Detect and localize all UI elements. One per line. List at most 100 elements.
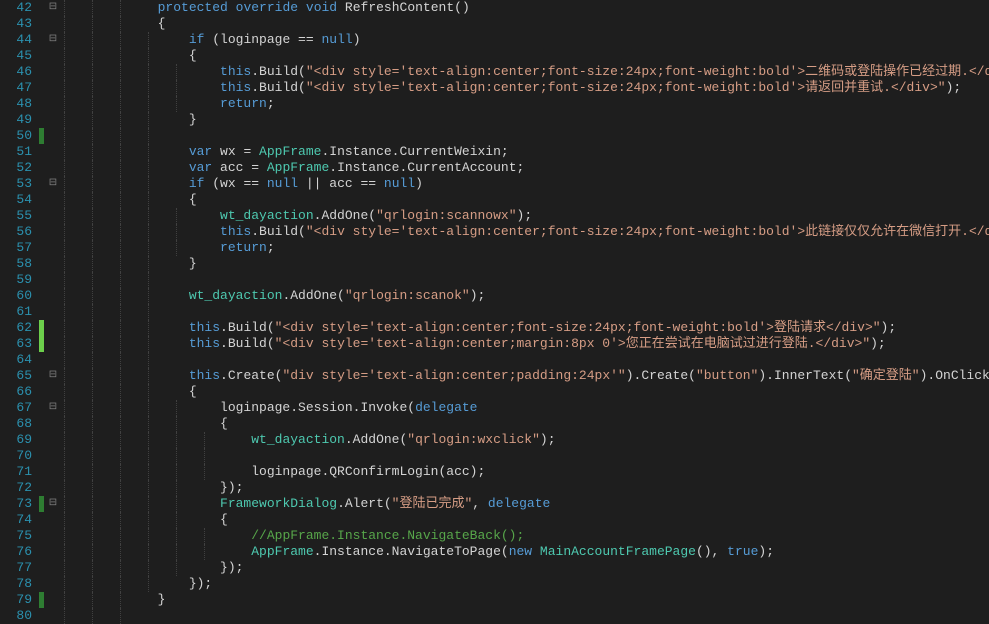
fold-toggle[interactable]: ⊟: [46, 400, 60, 416]
fold-toggle: [46, 208, 60, 224]
code-line[interactable]: this.Build("<div style='text-align:cente…: [64, 336, 989, 352]
code-line[interactable]: }: [64, 112, 989, 128]
code-line[interactable]: {: [64, 192, 989, 208]
change-mark: [39, 320, 44, 336]
code-line[interactable]: });: [64, 480, 989, 496]
code-line[interactable]: [64, 448, 989, 464]
code-line[interactable]: this.Build("<div style='text-align:cente…: [64, 224, 989, 240]
change-mark: [38, 176, 46, 192]
code-line[interactable]: wt_dayaction.AddOne("qrlogin:wxclick");: [64, 432, 989, 448]
code-line[interactable]: {: [64, 512, 989, 528]
line-number: 71: [0, 464, 32, 480]
fold-toggle: [46, 528, 60, 544]
code-line[interactable]: this.Create("div style='text-align:cente…: [64, 368, 989, 384]
change-mark: [38, 192, 46, 208]
code-line[interactable]: var acc = AppFrame.Instance.CurrentAccou…: [64, 160, 989, 176]
change-mark: [38, 448, 46, 464]
fold-toggle: [46, 304, 60, 320]
change-mark: [38, 432, 46, 448]
fold-toggle: [46, 544, 60, 560]
editor-gutter: 4243444546474849505152535455565758596061…: [0, 0, 60, 621]
code-line[interactable]: this.Build("<div style='text-align:cente…: [64, 80, 989, 96]
line-number: 74: [0, 512, 32, 528]
code-line[interactable]: [64, 608, 989, 624]
change-mark: [39, 496, 44, 512]
change-mark: [38, 464, 46, 480]
fold-toggle: [46, 272, 60, 288]
line-number: 72: [0, 480, 32, 496]
change-mark: [38, 608, 46, 624]
code-line[interactable]: AppFrame.Instance.NavigateToPage(new Mai…: [64, 544, 989, 560]
fold-toggle: [46, 288, 60, 304]
code-line[interactable]: FrameworkDialog.Alert("登陆已完成", delegate: [64, 496, 989, 512]
code-line[interactable]: [64, 352, 989, 368]
fold-toggle: [46, 512, 60, 528]
fold-toggle[interactable]: ⊟: [46, 0, 60, 16]
change-mark: [38, 352, 46, 368]
line-number: 62: [0, 320, 32, 336]
code-line[interactable]: loginpage.Session.Invoke(delegate: [64, 400, 989, 416]
line-number: 80: [0, 608, 32, 624]
code-line[interactable]: });: [64, 576, 989, 592]
fold-toggle: [46, 192, 60, 208]
fold-toggle: [46, 592, 60, 608]
code-line[interactable]: if (wx == null || acc == null): [64, 176, 989, 192]
code-line[interactable]: [64, 128, 989, 144]
fold-toggle: [46, 224, 60, 240]
code-line[interactable]: }: [64, 256, 989, 272]
change-mark: [38, 368, 46, 384]
fold-toggle: [46, 96, 60, 112]
line-number: 48: [0, 96, 32, 112]
code-line[interactable]: protected override void RefreshContent(): [64, 0, 989, 16]
line-number: 70: [0, 448, 32, 464]
fold-toggle[interactable]: ⊟: [46, 496, 60, 512]
change-mark: [38, 16, 46, 32]
fold-toggle[interactable]: ⊟: [46, 368, 60, 384]
code-line[interactable]: [64, 272, 989, 288]
line-number: 47: [0, 80, 32, 96]
code-line[interactable]: {: [64, 48, 989, 64]
fold-toggle: [46, 576, 60, 592]
line-number: 43: [0, 16, 32, 32]
line-number: 42: [0, 0, 32, 16]
line-number: 53: [0, 176, 32, 192]
fold-toggle: [46, 432, 60, 448]
fold-toggle: [46, 336, 60, 352]
code-line[interactable]: return;: [64, 96, 989, 112]
code-line[interactable]: //AppFrame.Instance.NavigateBack();: [64, 528, 989, 544]
code-line[interactable]: });: [64, 560, 989, 576]
line-number: 45: [0, 48, 32, 64]
change-marks: [38, 0, 46, 621]
code-line[interactable]: wt_dayaction.AddOne("qrlogin:scanok");: [64, 288, 989, 304]
fold-toggle[interactable]: ⊟: [46, 32, 60, 48]
line-number: 60: [0, 288, 32, 304]
line-number: 59: [0, 272, 32, 288]
code-line[interactable]: {: [64, 416, 989, 432]
code-line[interactable]: {: [64, 16, 989, 32]
change-mark: [39, 592, 44, 608]
change-mark: [38, 80, 46, 96]
fold-toggle: [46, 112, 60, 128]
fold-toggle: [46, 320, 60, 336]
code-line[interactable]: this.Build("<div style='text-align:cente…: [64, 64, 989, 80]
fold-column[interactable]: ⊟ ⊟ ⊟ ⊟ ⊟ ⊟: [46, 0, 60, 621]
fold-toggle: [46, 560, 60, 576]
line-numbers: 4243444546474849505152535455565758596061…: [0, 0, 38, 621]
code-line[interactable]: [64, 304, 989, 320]
code-line[interactable]: wt_dayaction.AddOne("qrlogin:scannowx");: [64, 208, 989, 224]
line-number: 69: [0, 432, 32, 448]
code-line[interactable]: loginpage.QRConfirmLogin(acc);: [64, 464, 989, 480]
code-line[interactable]: {: [64, 384, 989, 400]
fold-toggle: [46, 240, 60, 256]
code-line[interactable]: }: [64, 592, 989, 608]
fold-toggle[interactable]: ⊟: [46, 176, 60, 192]
fold-toggle: [46, 608, 60, 624]
code-line[interactable]: this.Build("<div style='text-align:cente…: [64, 320, 989, 336]
code-line[interactable]: if (loginpage == null): [64, 32, 989, 48]
change-mark: [38, 416, 46, 432]
change-mark: [38, 48, 46, 64]
code-line[interactable]: return;: [64, 240, 989, 256]
code-area[interactable]: protected override void RefreshContent()…: [60, 0, 989, 621]
change-mark: [38, 256, 46, 272]
code-line[interactable]: var wx = AppFrame.Instance.CurrentWeixin…: [64, 144, 989, 160]
